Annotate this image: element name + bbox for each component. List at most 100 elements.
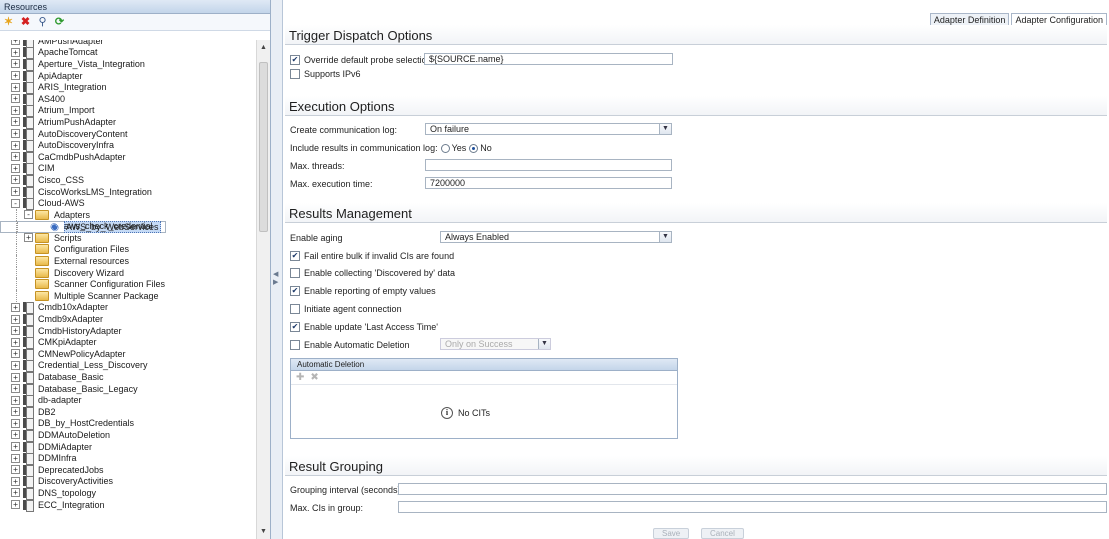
expand-icon[interactable]: + [11, 59, 20, 69]
tree-item[interactable]: + DB_by_HostCredentials [0, 418, 256, 431]
expand-icon[interactable]: + [11, 418, 20, 428]
expand-icon[interactable]: + [11, 360, 20, 370]
expand-icon[interactable]: + [11, 40, 20, 46]
discovered-by-checkbox[interactable] [290, 268, 300, 278]
tree-item[interactable]: + Atrium_Import [0, 105, 256, 118]
tree-item[interactable]: + ApiAdapter [0, 70, 256, 83]
tree-item[interactable]: ◉ aws_check_credential [0, 220, 256, 233]
tree-item[interactable]: + DiscoveryActivities [0, 476, 256, 489]
delete-icon[interactable]: ✖ [20, 16, 31, 28]
tree-item[interactable]: + ARIS_Integration [0, 81, 256, 95]
expand-icon[interactable]: + [11, 71, 20, 81]
auto-deletion-checkbox[interactable] [290, 340, 300, 350]
last-access-checkbox[interactable]: ✔ [290, 322, 300, 332]
tree-item[interactable]: + DB2 [0, 406, 256, 419]
collapse-arrow-icon[interactable]: ◀ ▶ [273, 270, 278, 286]
comm-log-select[interactable]: On failure ▼ [425, 123, 672, 135]
tree-item[interactable]: + ECC_Integration [0, 499, 256, 512]
expand-icon[interactable]: + [11, 187, 20, 197]
tree-item[interactable]: + db-adapter [0, 394, 256, 408]
chevron-down-icon[interactable]: ▼ [659, 124, 671, 134]
scroll-up-icon[interactable]: ▲ [259, 44, 268, 53]
tree-item[interactable]: + AS400 [0, 93, 256, 106]
tree-item[interactable]: External resources [0, 255, 256, 267]
tree-item[interactable]: Configuration Files [0, 243, 256, 256]
empty-values-checkbox[interactable]: ✔ [290, 286, 300, 296]
refresh-icon[interactable]: ⟳ [54, 16, 65, 28]
grouping-interval-input[interactable] [398, 483, 1107, 495]
tree-item[interactable]: + Cisco_CSS [0, 174, 256, 187]
expand-icon[interactable]: + [11, 152, 20, 162]
expand-icon[interactable]: + [11, 372, 20, 382]
expand-icon[interactable]: + [11, 453, 20, 463]
tree-item[interactable]: + DeprecatedJobs [0, 464, 256, 477]
expand-icon[interactable]: + [11, 314, 20, 324]
tree-item[interactable]: + AutoDiscoveryContent [0, 128, 256, 141]
tree-item[interactable]: + AMPushAdapter [0, 40, 256, 48]
panel-splitter[interactable]: ◀ ▶ [271, 0, 283, 539]
tree-item[interactable]: + DNS_topology [0, 487, 256, 500]
collapse-icon[interactable]: - [11, 198, 20, 208]
aging-select[interactable]: Always Enabled ▼ [440, 231, 672, 243]
tree-item[interactable]: + CiscoWorksLMS_Integration [0, 186, 256, 199]
tree-item[interactable]: + DDMiAdapter [0, 441, 256, 454]
fail-bulk-checkbox[interactable]: ✔ [290, 251, 300, 261]
expand-icon[interactable]: + [11, 349, 20, 359]
tree-item[interactable]: + Database_Basic_Legacy [0, 383, 256, 396]
tree-item[interactable]: + CMKpiAdapter [0, 336, 256, 350]
expand-icon[interactable]: + [11, 47, 20, 57]
tree-item[interactable]: + Credential_Less_Discovery [0, 360, 256, 373]
expand-icon[interactable]: + [11, 175, 20, 185]
override-probe-input[interactable]: ${SOURCE.name} [424, 53, 673, 65]
expand-icon[interactable]: + [11, 105, 20, 115]
agent-connection-checkbox[interactable] [290, 304, 300, 314]
chevron-down-icon[interactable]: ▼ [659, 232, 671, 242]
tree-item[interactable]: + AutoDiscoveryInfra [0, 139, 256, 153]
tree-item[interactable]: + CMNewPolicyAdapter [0, 348, 256, 361]
expand-icon[interactable]: + [11, 129, 20, 139]
save-button[interactable]: Save [653, 528, 690, 539]
expand-icon[interactable]: + [11, 500, 20, 510]
tree-item[interactable]: - Adapters [0, 208, 256, 221]
tree-item[interactable]: - Cloud-AWS [0, 197, 256, 211]
max-cis-input[interactable] [398, 501, 1107, 513]
expand-icon[interactable]: + [11, 465, 20, 475]
no-radio[interactable] [469, 143, 479, 153]
max-threads-input[interactable] [425, 159, 672, 171]
search-icon[interactable]: ⚲ [37, 16, 48, 28]
tree-item[interactable]: + DDMAutoDeletion [0, 429, 256, 442]
yes-radio[interactable] [440, 143, 450, 153]
expand-icon[interactable]: + [11, 395, 20, 405]
expand-icon[interactable]: + [11, 82, 20, 92]
tree-item[interactable]: + Database_Basic [0, 371, 256, 385]
tree-item[interactable]: + Aperture_Vista_Integration [0, 58, 256, 71]
expand-icon[interactable]: + [11, 384, 20, 394]
expand-icon[interactable]: + [11, 163, 20, 173]
tree-item[interactable]: + Scripts [0, 232, 256, 244]
tree-item[interactable]: Discovery Wizard [0, 266, 256, 279]
new-icon[interactable]: ✶ [3, 16, 14, 28]
expand-icon[interactable]: + [11, 430, 20, 440]
tree-scrollbar[interactable]: ▲ ▼ [256, 40, 270, 539]
expand-icon[interactable]: + [11, 442, 20, 452]
expand-icon[interactable]: + [11, 407, 20, 417]
tree-item[interactable]: + Cmdb9xAdapter [0, 313, 256, 327]
expand-icon[interactable]: + [11, 476, 20, 486]
override-probe-checkbox[interactable]: ✔ [290, 55, 300, 65]
expand-icon[interactable]: + [24, 233, 33, 243]
max-exec-input[interactable]: 7200000 [425, 177, 672, 189]
expand-icon[interactable]: + [11, 140, 20, 150]
expand-icon[interactable]: + [11, 326, 20, 336]
scroll-thumb[interactable] [259, 62, 268, 232]
expand-icon[interactable]: + [11, 488, 20, 498]
tree-item[interactable]: + AtriumPushAdapter [0, 116, 256, 129]
tree-item[interactable]: + CmdbHistoryAdapter [0, 325, 256, 338]
tree-item[interactable]: + Cmdb10xAdapter [0, 302, 256, 315]
expand-icon[interactable]: + [11, 302, 20, 312]
expand-icon[interactable]: + [11, 94, 20, 104]
tree-item[interactable]: Scanner Configuration Files [0, 278, 256, 291]
tree-item[interactable]: + CIM [0, 163, 256, 176]
tree-item[interactable]: Multiple Scanner Package [0, 290, 256, 302]
tree-item[interactable]: + CaCmdbPushAdapter [0, 151, 256, 164]
cancel-button[interactable]: Cancel [701, 528, 744, 539]
